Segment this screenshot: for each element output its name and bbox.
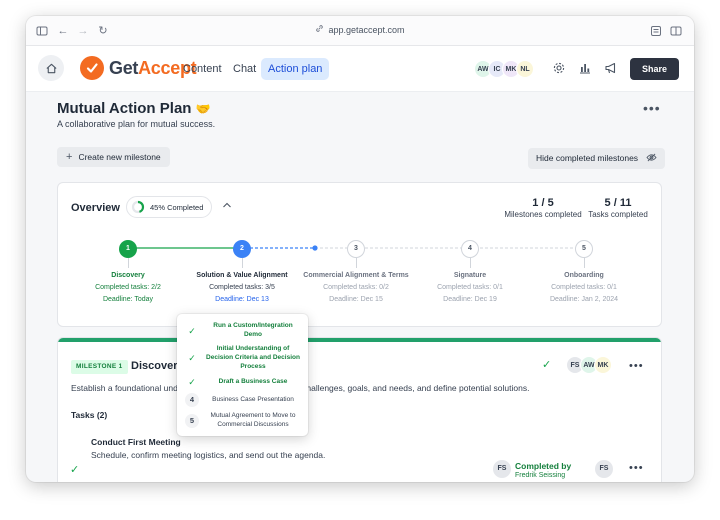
browser-toolbar: ← → ↻ app.getaccept.com	[26, 16, 694, 46]
step-node-discovery[interactable]: 1	[119, 240, 137, 258]
browser-window: ← → ↻ app.getaccept.com GetAccept Conten…	[26, 16, 694, 482]
plus-icon: +	[66, 151, 73, 163]
step-stem	[242, 258, 243, 268]
step-signature[interactable]: Signature Completed tasks: 0/1 Deadline:…	[410, 270, 530, 306]
gear-icon[interactable]	[552, 61, 566, 75]
progress-ring-icon	[131, 200, 145, 214]
step-stem	[584, 258, 585, 268]
nav-content[interactable]: Content	[176, 58, 229, 80]
popover-item[interactable]: ✓ Draft a Business Case	[177, 376, 308, 388]
step-solution[interactable]: Solution & Value Alignment Completed tas…	[182, 270, 302, 306]
address-bar[interactable]: app.getaccept.com	[26, 24, 694, 35]
task-owner-avatar[interactable]: FS	[595, 460, 613, 478]
nav-action-plan[interactable]: Action plan	[261, 58, 330, 80]
completed-label: Completed by	[515, 461, 572, 471]
nav-chat[interactable]: Chat	[226, 58, 263, 80]
logo-check-icon	[80, 56, 104, 80]
step-stem	[128, 258, 129, 268]
milestone-tasks-popover: ✓ Run a Custom/Integration Demo ✓ Initia…	[177, 314, 308, 436]
milestone-card: MILESTONE 1 Discovery ✓ FS AW MK ••• Est…	[57, 337, 662, 482]
avatar[interactable]: NL	[516, 60, 534, 78]
page-title: Mutual Action Plan 🤝	[57, 100, 211, 117]
hide-completed-button[interactable]: Hide completed milestones	[528, 148, 666, 169]
step-stem	[356, 258, 357, 268]
create-milestone-button[interactable]: + Create new milestone	[57, 147, 170, 167]
step-node-commercial[interactable]: 3	[347, 240, 365, 258]
app-header: GetAccept Content Chat Action plan AW IC…	[26, 46, 694, 92]
avatar[interactable]: MK	[594, 356, 612, 374]
completed-by-name: Fredrik Seissing	[515, 472, 566, 479]
split-view-icon[interactable]	[670, 25, 682, 37]
popover-item[interactable]: 4 Business Case Presentation	[177, 393, 308, 407]
popover-item[interactable]: 5 Mutual Agreement to Move to Commercial…	[177, 411, 308, 431]
tasks-stat: 5 / 11 Tasks completed	[588, 197, 648, 219]
milestone-tag: MILESTONE 1	[71, 360, 128, 374]
eye-off-icon	[644, 153, 658, 163]
page-subtitle: A collaborative plan for mutual success.	[57, 119, 216, 129]
reader-icon[interactable]	[650, 25, 662, 37]
popover-item[interactable]: ✓ Run a Custom/Integration Demo	[177, 321, 308, 339]
step-number: 5	[185, 414, 199, 428]
step-commercial[interactable]: Commercial Alignment & Terms Completed t…	[296, 270, 416, 306]
task-title[interactable]: Conduct First Meeting	[91, 437, 181, 447]
share-button[interactable]: Share	[630, 58, 679, 80]
handshake-icon: 🤝	[195, 102, 211, 116]
url-text: app.getaccept.com	[328, 25, 405, 35]
check-icon: ✓	[188, 353, 196, 363]
task-description: Schedule, confirm meeting logistics, and…	[91, 450, 326, 460]
avatar: FS	[493, 460, 511, 478]
milestone-more-icon[interactable]: •••	[629, 360, 644, 372]
step-node-solution[interactable]: 2	[233, 240, 251, 258]
overview-card: Overview 45% Completed 1 / 5 Milestones …	[57, 182, 662, 327]
tasks-heading: Tasks (2)	[71, 410, 108, 420]
popover-item[interactable]: ✓ Initial Understanding of Decision Crit…	[177, 344, 308, 372]
check-icon: ✓	[188, 377, 196, 387]
analytics-icon[interactable]	[578, 61, 592, 75]
progress-pill: 45% Completed	[126, 196, 213, 218]
overview-title: Overview	[71, 202, 120, 214]
step-node-onboarding[interactable]: 5	[575, 240, 593, 258]
milestones-stat: 1 / 5 Milestones completed	[504, 197, 582, 219]
step-onboarding[interactable]: Onboarding Completed tasks: 0/1 Deadline…	[524, 270, 644, 306]
task-check-icon[interactable]: ✓	[70, 463, 79, 476]
more-options-icon[interactable]: •••	[643, 100, 661, 116]
step-discovery[interactable]: Discovery Completed tasks: 2/2 Deadline:…	[68, 270, 188, 306]
task-more-icon[interactable]: •••	[629, 462, 644, 474]
home-icon	[45, 63, 57, 73]
milestone-status-bar	[58, 338, 661, 342]
step-node-signature[interactable]: 4	[461, 240, 479, 258]
check-icon: ✓	[188, 326, 196, 336]
home-button[interactable]	[38, 55, 64, 81]
link-icon	[315, 24, 324, 35]
check-icon: ✓	[542, 359, 552, 371]
step-number: 4	[185, 393, 199, 407]
milestone-title: Discovery	[131, 360, 184, 372]
step-stem	[470, 258, 471, 268]
megaphone-icon[interactable]	[604, 61, 618, 75]
chevron-up-icon[interactable]	[222, 201, 232, 212]
